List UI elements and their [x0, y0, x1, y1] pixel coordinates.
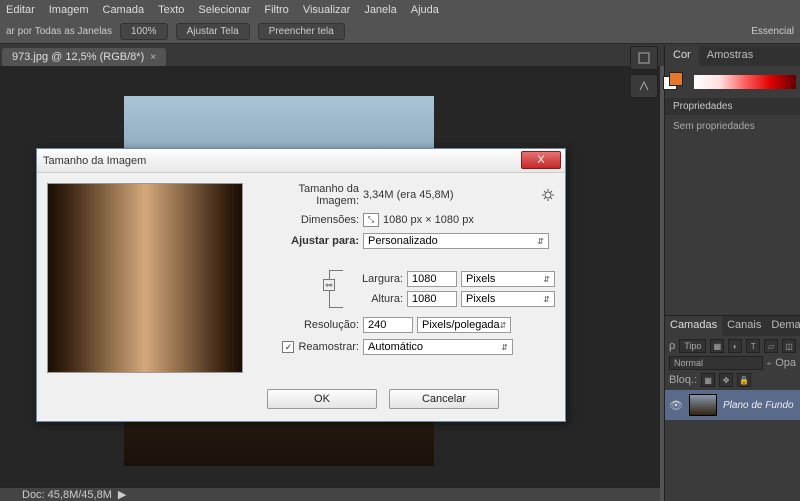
layer-thumbnail[interactable]	[689, 394, 717, 416]
layer-controls: ρ Tipo ▦ ◐ T ▱ ◫ Normal ÷ Opa Bloq.: ▦ ✥…	[665, 336, 800, 390]
dialog-close-button[interactable]: X	[521, 151, 561, 169]
blend-mode-dropdown[interactable]: Normal	[669, 356, 763, 370]
workspace-switcher[interactable]: Essencial	[751, 26, 794, 37]
properties-panel-header[interactable]: Propriedades	[665, 98, 800, 115]
menu-ajuda[interactable]: Ajuda	[411, 4, 439, 16]
filter-adjust-icon[interactable]: ◐	[728, 339, 742, 353]
filter-type-icon[interactable]: T	[746, 339, 760, 353]
fit-to-dropdown[interactable]: Personalizado⇵	[363, 233, 549, 249]
color-panel-tabs: Cor Amostras	[665, 46, 800, 66]
lock-label: Bloq.:	[669, 374, 697, 386]
collapsed-panels	[630, 46, 660, 98]
fit-screen-button[interactable]: Ajustar Tela	[176, 23, 250, 40]
history-panel-icon[interactable]	[630, 46, 658, 70]
filter-smart-icon[interactable]: ◫	[782, 339, 796, 353]
height-unit-dropdown[interactable]: Pixels⇵	[461, 291, 555, 307]
dimensions-unit-icon[interactable]: ⤡	[363, 213, 379, 227]
width-input[interactable]	[407, 271, 457, 287]
menu-imagem[interactable]: Imagem	[49, 4, 89, 16]
menu-janela[interactable]: Janela	[364, 4, 396, 16]
resample-checkbox[interactable]: ✓	[282, 341, 294, 353]
menu-bar: Editar Imagem Camada Texto Selecionar Fi…	[0, 0, 800, 20]
image-preview	[47, 183, 243, 373]
height-label: Altura:	[343, 293, 403, 305]
menu-editar[interactable]: Editar	[6, 4, 35, 16]
width-label: Largura:	[343, 273, 403, 285]
resample-dropdown[interactable]: Automático⇵	[363, 339, 513, 355]
color-panel	[665, 66, 800, 98]
layers-panel: Camadas Canais Demarcadores ρ Tipo ▦ ◐ T…	[665, 315, 800, 420]
zoom-100-button[interactable]: 100%	[120, 23, 168, 40]
lock-position-icon[interactable]: ✥	[719, 373, 733, 387]
character-panel-icon[interactable]	[630, 74, 658, 98]
lock-pixels-icon[interactable]: ▦	[701, 373, 715, 387]
menu-camada[interactable]: Camada	[103, 4, 145, 16]
status-doc-size[interactable]: Doc: 45,8M/45,8M	[22, 489, 112, 501]
tab-cor[interactable]: Cor	[665, 46, 699, 66]
fill-screen-button[interactable]: Preencher tela	[258, 23, 345, 40]
filter-type-dropdown[interactable]: Tipo	[679, 339, 706, 353]
layers-panel-tabs: Camadas Canais Demarcadores	[665, 316, 800, 336]
dimensions-label: Dimensões:	[253, 214, 359, 226]
layer-name-label[interactable]: Plano de Fundo	[723, 400, 794, 411]
image-size-value: 3,34M (era 45,8M)	[363, 189, 453, 201]
tab-amostras[interactable]: Amostras	[699, 46, 761, 66]
resolution-input[interactable]	[363, 317, 413, 333]
fit-to-label: Ajustar para:	[253, 235, 359, 247]
image-size-dialog: Tamanho da Imagem X Tamanho da Imagem: 3…	[36, 148, 566, 422]
menu-texto[interactable]: Texto	[158, 4, 184, 16]
tab-camadas[interactable]: Camadas	[665, 316, 722, 336]
ok-button[interactable]: OK	[267, 389, 377, 409]
status-arrow-icon[interactable]: ▶	[118, 488, 126, 501]
filter-type-label: ρ	[669, 340, 675, 352]
cancel-button[interactable]: Cancelar	[389, 389, 499, 409]
close-tab-icon[interactable]: ×	[150, 52, 156, 63]
visibility-eye-icon[interactable]: 👁	[669, 398, 683, 412]
document-tab-title: 973.jpg @ 12,5% (RGB/8*)	[12, 51, 144, 63]
status-bar: Doc: 45,8M/45,8M ▶	[0, 487, 660, 501]
foreground-color-swatch[interactable]	[669, 72, 683, 86]
menu-filtro[interactable]: Filtro	[264, 4, 288, 16]
menu-selecionar[interactable]: Selecionar	[198, 4, 250, 16]
lock-all-icon[interactable]: 🔒	[737, 373, 751, 387]
gear-icon[interactable]	[541, 188, 555, 202]
resolution-label: Resolução:	[253, 319, 359, 331]
opacity-label: Opa	[775, 357, 796, 369]
dimensions-value: 1080 px × 1080 px	[383, 214, 474, 226]
menu-visualizar[interactable]: Visualizar	[303, 4, 351, 16]
dialog-titlebar[interactable]: Tamanho da Imagem X	[37, 149, 565, 173]
filter-shape-icon[interactable]: ▱	[764, 339, 778, 353]
dialog-title-text: Tamanho da Imagem	[43, 155, 146, 167]
options-bar: ar por Todas as Janelas 100% Ajustar Tel…	[0, 20, 800, 44]
image-size-label: Tamanho da Imagem:	[253, 183, 359, 207]
constrain-link-icon[interactable]: ⚯	[323, 279, 335, 291]
height-input[interactable]	[407, 291, 457, 307]
resample-label: Reamostrar:	[298, 341, 359, 353]
tab-demarcadores[interactable]: Demarcadores	[766, 316, 800, 336]
image-size-form: Tamanho da Imagem: 3,34M (era 45,8M) Dim…	[253, 183, 555, 373]
filter-pixel-icon[interactable]: ▦	[710, 339, 724, 353]
resolution-unit-dropdown[interactable]: Pixels/polegada⇵	[417, 317, 511, 333]
width-unit-dropdown[interactable]: Pixels⇵	[461, 271, 555, 287]
tab-canais[interactable]: Canais	[722, 316, 766, 336]
layer-row[interactable]: 👁 Plano de Fundo	[665, 390, 800, 420]
color-ramp[interactable]	[694, 75, 796, 89]
scroll-all-windows-label: ar por Todas as Janelas	[6, 26, 112, 37]
document-tab[interactable]: 973.jpg @ 12,5% (RGB/8*) ×	[2, 48, 166, 66]
properties-panel-body: Sem propriedades	[665, 115, 800, 315]
right-panel-dock: Cor Amostras Propriedades Sem propriedad…	[664, 46, 800, 501]
